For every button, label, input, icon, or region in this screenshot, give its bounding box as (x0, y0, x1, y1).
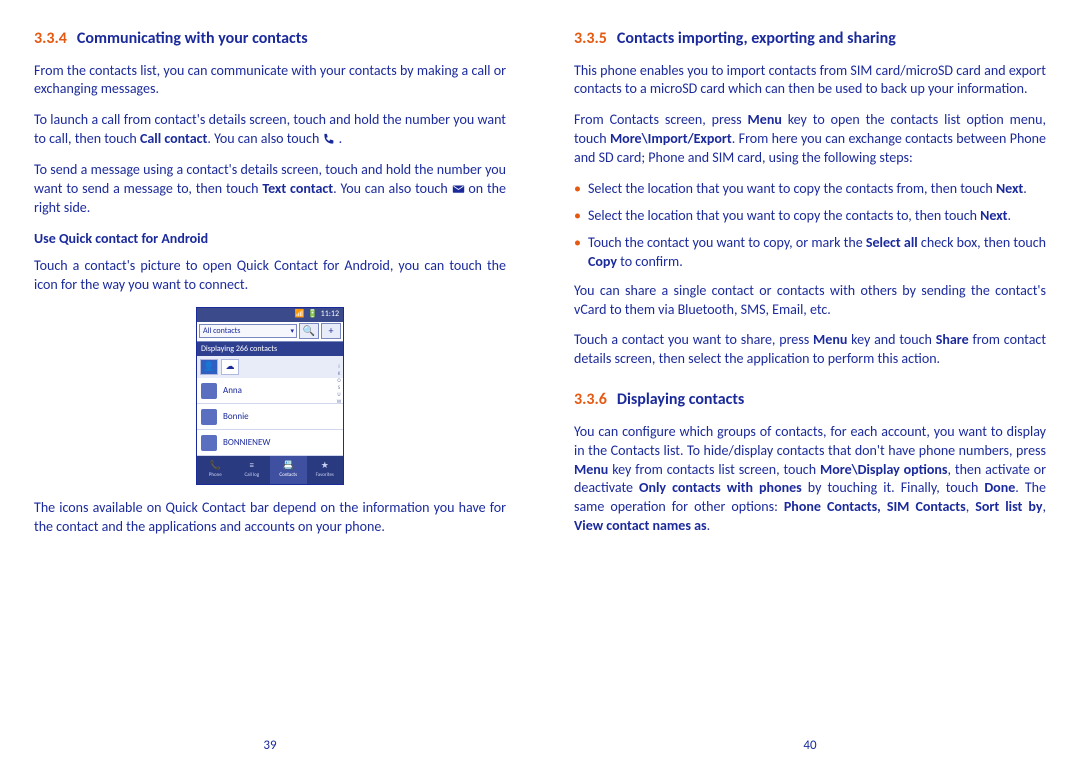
alphabet-scroller[interactable]: IKOSUW (336, 364, 342, 406)
phone-icon (322, 133, 335, 146)
phone-mock: 📶 🔋 11:12 All contacts 🔍 + Displaying 26… (196, 307, 344, 486)
bold-view-names: View contact names as (574, 517, 707, 534)
section-number: 3.3.6 (574, 390, 607, 409)
para-text: To send a message using a contact's deta… (34, 161, 506, 218)
para-icons-note: The icons available on Quick Contact bar… (34, 499, 506, 537)
filter-row: All contacts 🔍 + (197, 322, 343, 342)
bold-select-all: Select all (866, 234, 918, 251)
bold-done: Done (984, 479, 1015, 496)
contact-name: Bonnie (223, 411, 249, 423)
contacts-icon: 📇 (282, 461, 294, 471)
para-display: You can configure which groups of contac… (574, 423, 1046, 536)
bold-phone-sim-contacts: Phone Contacts, SIM Contacts (784, 498, 966, 515)
phone-icon: 📞 (209, 461, 221, 471)
filter-dropdown[interactable]: All contacts (199, 324, 297, 338)
bold-copy: Copy (588, 253, 617, 270)
section-title: Contacts importing, exporting and sharin… (617, 29, 896, 48)
search-button[interactable]: 🔍 (299, 323, 319, 339)
contact-row[interactable]: Anna (197, 378, 343, 404)
message-icon (452, 183, 465, 196)
star-icon: ★ (319, 461, 331, 471)
bold-next: Next (980, 207, 1007, 224)
time-label: 11:12 (321, 309, 339, 320)
bold-text-contact: Text contact (262, 180, 333, 197)
bold-menu: Menu (574, 461, 608, 478)
steps-list: Select the location that you want to cop… (574, 180, 1046, 272)
bold-more-display: More\Display options (820, 461, 947, 478)
para-share-intro: You can share a single contact or contac… (574, 282, 1046, 320)
status-bar: 📶 🔋 11:12 (197, 308, 343, 322)
avatar-icon (201, 383, 217, 399)
section-heading-335: 3.3.5 Contacts importing, exporting and s… (574, 28, 1046, 50)
para-import-intro: This phone enables you to import contact… (574, 62, 1046, 100)
list-item: Touch the contact you want to copy, or m… (574, 234, 1046, 272)
avatar-icon (201, 435, 217, 451)
bold-share: Share (936, 331, 969, 348)
list-item: Select the location that you want to cop… (574, 180, 1046, 199)
phone-screenshot: 📶 🔋 11:12 All contacts 🔍 + Displaying 26… (34, 307, 506, 486)
para-intro: From the contacts list, you can communic… (34, 62, 506, 100)
subheading-quick-contact: Use Quick contact for Android (34, 230, 506, 249)
contact-name: Anna (223, 385, 242, 397)
add-button[interactable]: + (321, 323, 341, 339)
list-item: Select the location that you want to cop… (574, 207, 1046, 226)
page-left: 3.3.4 Communicating with your contacts Fr… (0, 0, 540, 767)
bottom-tabs: 📞Phone ≡Call log 📇Contacts ★Favorites (197, 456, 343, 484)
bold-only-phones: Only contacts with phones (639, 479, 802, 496)
avatar-icon (201, 409, 217, 425)
contact-row[interactable]: BONNIENEW (197, 430, 343, 456)
para-share-steps: Touch a contact you want to share, press… (574, 331, 1046, 369)
bold-menu: Menu (748, 111, 782, 128)
contact-name: BONNIENEW (223, 437, 270, 449)
bold-call-contact: Call contact (140, 130, 207, 147)
section-title: Displaying contacts (617, 390, 744, 409)
contact-row[interactable]: Bonnie (197, 404, 343, 430)
tab-favorites[interactable]: ★Favorites (307, 456, 344, 484)
tab-contacts[interactable]: 📇Contacts (270, 456, 307, 484)
signal-icon: 📶 (295, 309, 305, 320)
avatar-icon[interactable]: 👤 (200, 359, 218, 375)
calllog-icon: ≡ (246, 461, 258, 471)
para-call: To launch a call from contact's details … (34, 111, 506, 149)
quick-action-icon[interactable]: ☁ (221, 359, 239, 375)
tab-calllog[interactable]: ≡Call log (234, 456, 271, 484)
page-number: 40 (574, 737, 1046, 755)
section-number: 3.3.5 (574, 29, 607, 48)
page-number: 39 (34, 737, 506, 755)
battery-icon: 🔋 (308, 309, 318, 320)
section-number: 3.3.4 (34, 29, 67, 48)
para-quick-contact: Touch a contact's picture to open Quick … (34, 257, 506, 295)
page-right: 3.3.5 Contacts importing, exporting and s… (540, 0, 1080, 767)
bold-sort-by: Sort list by (975, 498, 1042, 515)
section-heading-334: 3.3.4 Communicating with your contacts (34, 28, 506, 50)
tab-phone[interactable]: 📞Phone (197, 456, 234, 484)
section-heading-336: 3.3.6 Displaying contacts (574, 389, 1046, 411)
bold-menu: Menu (813, 331, 847, 348)
para-import-steps: From Contacts screen, press Menu key to … (574, 111, 1046, 168)
section-title: Communicating with your contacts (77, 29, 308, 48)
count-row: Displaying 266 contacts (197, 342, 343, 357)
bold-next: Next (996, 180, 1023, 197)
quick-contact-bar: 👤 ☁ (197, 356, 343, 378)
bold-more-import: More\Import/Export (610, 130, 732, 147)
